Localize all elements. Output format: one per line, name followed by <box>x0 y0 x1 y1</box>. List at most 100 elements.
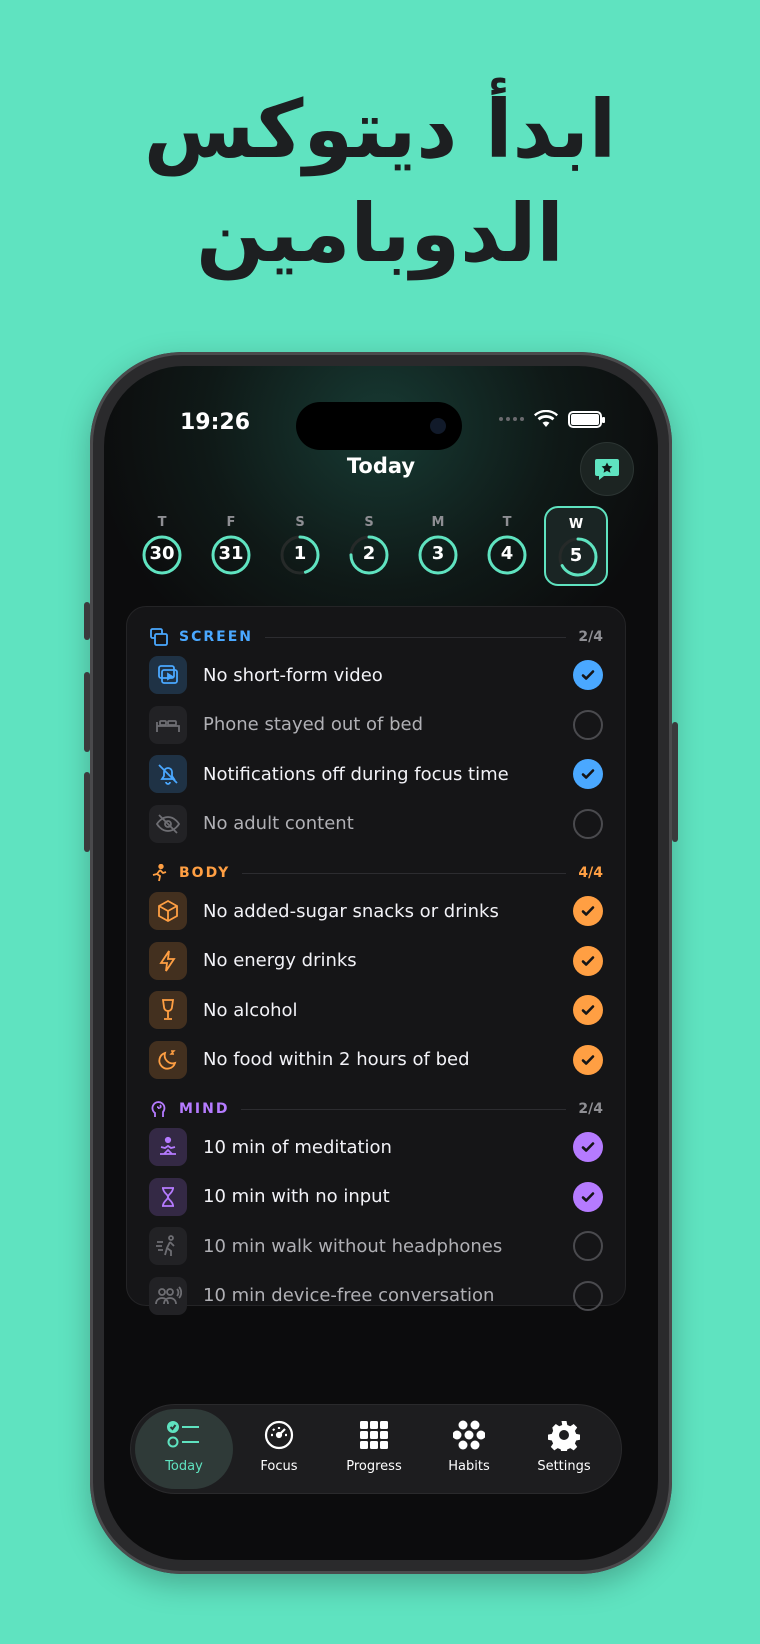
habit-row[interactable]: 10 min device-free conversation <box>149 1276 603 1316</box>
habit-label: No short-form video <box>203 664 383 686</box>
habit-label: No energy drinks <box>203 950 357 971</box>
cellular-signal-icon <box>499 417 524 421</box>
day-3[interactable]: M 3 <box>406 506 470 586</box>
section-divider <box>242 872 567 874</box>
habit-row[interactable]: No food within 2 hours of bed <box>149 1040 603 1080</box>
habit-row[interactable]: No short-form video <box>149 655 603 695</box>
headline-line-2: الدوبامين <box>196 187 564 280</box>
grid-icon <box>325 1419 423 1451</box>
walking-icon <box>149 1227 187 1265</box>
day-4[interactable]: T 4 <box>475 506 539 586</box>
day-number: 31 <box>218 543 244 564</box>
habit-row[interactable]: No energy drinks <box>149 941 603 981</box>
video-icon <box>149 656 187 694</box>
phone-screen: 19:26 Today T 30 F 31 S 1 S 2 M 3 T 4 W … <box>104 366 658 1560</box>
habit-label: No food within 2 hours of bed <box>203 1049 470 1070</box>
day-letter: F <box>226 515 236 530</box>
headline: ابدأ ديتوكس الدوبامين <box>0 78 760 286</box>
habit-label: 10 min device-free conversation <box>203 1285 495 1306</box>
empty-checkbox[interactable] <box>573 1231 603 1261</box>
feedback-button[interactable] <box>580 442 634 496</box>
day-2[interactable]: S 2 <box>337 506 401 586</box>
habit-label: No alcohol <box>203 999 298 1021</box>
day-30[interactable]: T 30 <box>130 506 194 586</box>
day-letter: M <box>431 515 445 530</box>
checkmark-icon[interactable] <box>573 1132 603 1162</box>
bed-icon <box>149 705 187 744</box>
tab-today[interactable]: Today <box>135 1409 233 1489</box>
habit-label: Notifications off during focus time <box>203 763 509 785</box>
habits-card: SCREEN 2/4 No short-form video Phone sta… <box>126 606 626 1315</box>
checklist-icon <box>135 1419 233 1451</box>
people-talk-icon <box>149 1276 187 1315</box>
day-letter: T <box>502 515 512 530</box>
day-31[interactable]: F 31 <box>199 506 263 586</box>
section-header-screen: SCREEN 2/4 <box>149 627 603 647</box>
day-letter: S <box>295 515 305 530</box>
star-message-icon <box>595 459 619 480</box>
flower-dots-icon <box>420 1419 518 1451</box>
cube-icon <box>149 892 187 930</box>
wifi-icon <box>534 410 558 427</box>
habit-label: 10 min with no input <box>203 1186 390 1207</box>
section-count: 4/4 <box>578 865 603 881</box>
empty-checkbox[interactable] <box>573 709 603 740</box>
habit-row[interactable]: Notifications off during focus time <box>149 754 603 794</box>
tab-progress[interactable]: Progress <box>325 1409 423 1489</box>
running-icon <box>149 863 169 883</box>
checkmark-icon[interactable] <box>573 995 603 1025</box>
habit-row[interactable]: No alcohol <box>149 990 603 1030</box>
tab-bar: Today Focus Progress Habits Settings <box>130 1404 622 1494</box>
checkmark-icon[interactable] <box>573 759 603 789</box>
day-5[interactable]: W 5 <box>544 506 608 586</box>
tab-settings[interactable]: Settings <box>515 1409 613 1489</box>
section-header-mind: MIND 2/4 <box>149 1099 603 1119</box>
habit-row[interactable]: 10 min walk without headphones <box>149 1226 603 1266</box>
day-letter: S <box>364 515 374 530</box>
action-button <box>84 602 90 640</box>
volume-up-button <box>84 672 90 752</box>
day-1[interactable]: S 1 <box>268 506 332 586</box>
tab-label: Today <box>165 1459 203 1474</box>
tab-focus[interactable]: Focus <box>230 1409 328 1489</box>
page-title: Today <box>346 454 416 478</box>
bell-off-icon <box>149 755 187 793</box>
habit-row[interactable]: No adult content <box>149 804 603 844</box>
empty-checkbox[interactable] <box>573 808 603 839</box>
checkmark-icon[interactable] <box>573 1181 603 1212</box>
section-label: SCREEN <box>179 629 253 645</box>
habit-row[interactable]: 10 min of meditation <box>149 1127 603 1167</box>
dynamic-island <box>296 402 462 450</box>
day-number: 2 <box>362 543 376 564</box>
habit-label: No added-sugar snacks or drinks <box>203 900 499 922</box>
habit-row[interactable]: Phone stayed out of bed <box>149 705 603 745</box>
checkmark-icon[interactable] <box>573 1044 603 1075</box>
day-number: 3 <box>431 543 445 564</box>
section-divider <box>264 636 567 638</box>
habit-row[interactable]: No added-sugar snacks or drinks <box>149 891 603 931</box>
checkmark-icon[interactable] <box>573 896 603 926</box>
day-number: 1 <box>293 543 307 564</box>
empty-checkbox[interactable] <box>573 1280 603 1311</box>
habit-label: 10 min walk without headphones <box>203 1235 503 1257</box>
eye-off-icon <box>149 804 187 843</box>
tab-label: Habits <box>448 1459 490 1474</box>
section-divider <box>241 1108 567 1110</box>
hourglass-icon <box>149 1177 187 1216</box>
headline-line-1: ابدأ ديتوكس <box>143 83 617 176</box>
moon-sleep-icon <box>149 1040 187 1079</box>
volume-down-button <box>84 772 90 852</box>
status-indicators <box>499 410 605 428</box>
tab-habits[interactable]: Habits <box>420 1409 518 1489</box>
gauge-icon <box>230 1419 328 1451</box>
habit-row[interactable]: 10 min with no input <box>149 1177 603 1217</box>
checkmark-icon[interactable] <box>573 660 603 690</box>
tab-label: Settings <box>537 1459 591 1474</box>
tab-label: Focus <box>260 1459 298 1474</box>
phone-frame: 19:26 Today T 30 F 31 S 1 S 2 M 3 T 4 W … <box>84 352 678 1574</box>
battery-icon <box>568 410 605 428</box>
checkmark-icon[interactable] <box>573 945 603 976</box>
head-icon <box>149 1099 169 1119</box>
bolt-icon <box>149 941 187 980</box>
wine-glass-icon <box>149 991 187 1029</box>
